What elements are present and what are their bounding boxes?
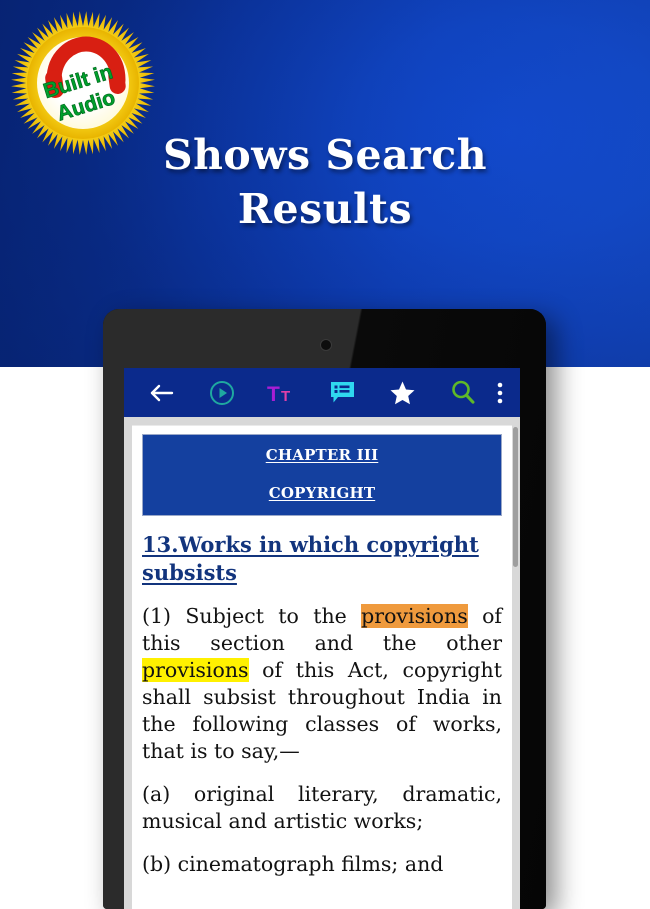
document-body: (1) Subject to the provisions of this se… xyxy=(142,603,502,878)
search-match-current[interactable]: provisions xyxy=(361,604,468,628)
chapter-gap xyxy=(151,464,493,484)
front-camera-icon xyxy=(319,339,332,351)
paragraph-para-a: (a) original literary, dramatic, musical… xyxy=(142,781,502,835)
star-icon xyxy=(390,381,415,404)
text-size-button[interactable]: T T xyxy=(258,373,306,413)
section-heading[interactable]: 13.Works in which copyright subsists xyxy=(142,531,502,587)
paragraph-para-1: (1) Subject to the provisions of this se… xyxy=(142,603,502,765)
paragraph-para-b: (b) cinematograph films; and xyxy=(142,851,502,878)
arrow-left-icon xyxy=(150,384,174,401)
overflow-menu-button[interactable] xyxy=(487,373,513,413)
tablet-device-frame: T T CHAPTER III COPYRIGHT 13.Works in wh… xyxy=(103,309,546,909)
paragraph-text: (a) original literary, dramatic, musical… xyxy=(142,782,502,833)
document-scrollbar[interactable] xyxy=(513,425,518,909)
device-screen: T T CHAPTER III COPYRIGHT 13.Works in wh… xyxy=(124,368,520,909)
play-circle-icon xyxy=(210,380,235,405)
bookmark-button[interactable] xyxy=(379,373,427,413)
back-button[interactable] xyxy=(138,373,186,413)
chapter-title: CHAPTER III xyxy=(265,446,379,464)
search-icon xyxy=(451,380,475,404)
document-viewport[interactable]: CHAPTER III COPYRIGHT 13.Works in which … xyxy=(124,417,520,909)
promo-headline: Shows Search Results xyxy=(162,131,488,233)
search-match[interactable]: provisions xyxy=(142,658,249,682)
notes-bubble-icon xyxy=(331,382,355,403)
chapter-header-box: CHAPTER III COPYRIGHT xyxy=(142,434,502,516)
document-page: CHAPTER III COPYRIGHT 13.Works in which … xyxy=(132,425,512,909)
svg-text:T: T xyxy=(267,383,280,405)
text-size-icon: T T xyxy=(267,383,290,405)
paragraph-text: (1) Subject to the xyxy=(142,604,362,628)
svg-text:T: T xyxy=(281,388,290,405)
play-button[interactable] xyxy=(198,373,246,413)
more-vertical-icon xyxy=(497,382,503,403)
paragraph-text: (b) cinematograph films; and xyxy=(142,852,444,876)
app-toolbar: T T xyxy=(124,368,520,417)
chapter-subtitle: COPYRIGHT xyxy=(268,484,376,502)
search-button[interactable] xyxy=(439,373,487,413)
scrollbar-thumb[interactable] xyxy=(513,427,518,567)
notes-button[interactable] xyxy=(319,373,367,413)
